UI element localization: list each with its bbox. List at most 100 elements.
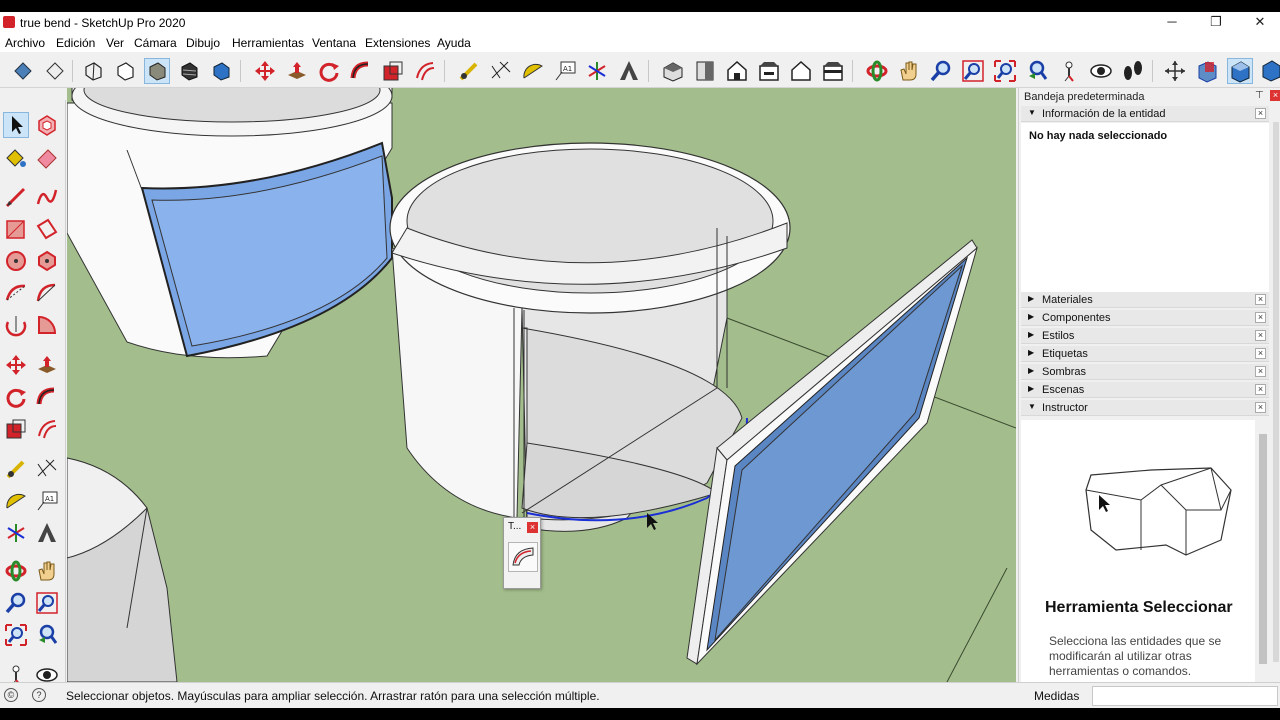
select-icon[interactable]	[3, 112, 29, 138]
offset-icon[interactable]	[34, 416, 60, 442]
move-icon[interactable]	[3, 352, 29, 378]
polygon-icon[interactable]	[34, 248, 60, 274]
panel-close-button[interactable]: ×	[1255, 384, 1266, 395]
eraser-icon[interactable]	[34, 144, 60, 170]
text-icon[interactable]: A1	[552, 58, 578, 84]
panel-escenas[interactable]: ▶ Escenas ×	[1021, 382, 1269, 398]
panel-close-button[interactable]: ×	[1255, 312, 1266, 323]
true-bend-toolbar[interactable]: T... ×	[503, 517, 541, 589]
zoom-window-icon[interactable]	[34, 590, 60, 616]
rectangle-icon[interactable]	[3, 216, 29, 242]
pan-icon[interactable]	[34, 558, 60, 584]
back-edges-icon[interactable]	[42, 58, 68, 84]
panel-etiquetas[interactable]: ▶ Etiquetas ×	[1021, 346, 1269, 362]
section-fill-icon[interactable]	[1259, 58, 1280, 84]
hidden-line-icon[interactable]	[112, 58, 138, 84]
previous-view-icon[interactable]	[1024, 58, 1050, 84]
rotate-icon[interactable]	[316, 58, 342, 84]
previous-view-icon[interactable]	[34, 622, 60, 648]
measurements-input[interactable]	[1092, 686, 1278, 706]
panel-close-button[interactable]: ×	[1255, 366, 1266, 377]
left-cylinder[interactable]	[67, 88, 393, 359]
right-view-icon[interactable]	[756, 58, 782, 84]
minimize-button[interactable]: ─	[1150, 12, 1194, 34]
monochrome-icon[interactable]	[208, 58, 234, 84]
freehand-icon[interactable]	[34, 184, 60, 210]
panel-sombras[interactable]: ▶ Sombras ×	[1021, 364, 1269, 380]
protractor-icon[interactable]	[3, 488, 29, 514]
circle-icon[interactable]	[3, 248, 29, 274]
scale-icon[interactable]	[380, 58, 406, 84]
restore-button[interactable]: ❐	[1194, 12, 1238, 34]
glass-panel[interactable]	[686, 239, 978, 666]
paint-bucket-icon[interactable]	[3, 144, 29, 170]
make-component-icon[interactable]	[34, 112, 60, 138]
front-view-icon[interactable]	[724, 58, 750, 84]
zoom-extents-icon[interactable]	[992, 58, 1018, 84]
pin-icon[interactable]: ⊤	[1255, 90, 1264, 101]
back-view-icon[interactable]	[788, 58, 814, 84]
menu-ayuda[interactable]: Ayuda	[437, 36, 471, 50]
rotate-icon[interactable]	[3, 384, 29, 410]
panel-materiales[interactable]: ▶ Materiales ×	[1021, 292, 1269, 308]
shaded-textures-icon[interactable]	[176, 58, 202, 84]
tray-close-button[interactable]: ×	[1270, 90, 1280, 101]
panel-entity-info[interactable]: ▼ Información de la entidad ×	[1021, 106, 1269, 122]
scale-icon[interactable]	[3, 416, 29, 442]
panel-close-button[interactable]: ×	[1255, 294, 1266, 305]
scrollbar-thumb[interactable]	[1273, 122, 1279, 662]
move-icon[interactable]	[252, 58, 278, 84]
menu-archivo[interactable]: Archivo	[5, 36, 45, 50]
top-view-icon[interactable]	[692, 58, 718, 84]
dimension-icon[interactable]	[34, 456, 60, 482]
xray-icon[interactable]	[10, 58, 36, 84]
tape-measure-icon[interactable]	[3, 456, 29, 482]
tape-measure-icon[interactable]	[456, 58, 482, 84]
menu-herramientas[interactable]: Herramientas	[232, 36, 304, 50]
mini-toolbar-close-button[interactable]: ×	[527, 522, 538, 533]
panel-componentes[interactable]: ▶ Componentes ×	[1021, 310, 1269, 326]
section-plane-icon[interactable]	[1162, 58, 1188, 84]
panel-instructor[interactable]: ▼ Instructor ×	[1021, 400, 1269, 416]
push-pull-icon[interactable]	[34, 352, 60, 378]
arc-icon[interactable]	[3, 280, 29, 306]
panel-estilos[interactable]: ▶ Estilos ×	[1021, 328, 1269, 344]
pan-icon[interactable]	[896, 58, 922, 84]
axes-icon[interactable]	[3, 520, 29, 546]
zoom-icon[interactable]	[3, 590, 29, 616]
3d-text-icon[interactable]	[34, 520, 60, 546]
tray-scrollbar[interactable]	[1271, 108, 1280, 680]
pie-icon[interactable]	[34, 312, 60, 338]
panel-close-button[interactable]: ×	[1255, 402, 1266, 413]
model-viewport[interactable]: T... ×	[67, 88, 1016, 682]
panel-close-button[interactable]: ×	[1255, 348, 1266, 359]
left-view-icon[interactable]	[820, 58, 846, 84]
iso-view-icon[interactable]	[660, 58, 686, 84]
panel-close-button[interactable]: ×	[1255, 330, 1266, 341]
menu-camara[interactable]: Cámara	[134, 36, 177, 50]
follow-me-icon[interactable]	[34, 384, 60, 410]
3d-text-icon[interactable]	[616, 58, 642, 84]
scrollbar-thumb[interactable]	[1259, 434, 1267, 664]
menu-extensiones[interactable]: Extensiones	[365, 36, 430, 50]
line-icon[interactable]	[3, 184, 29, 210]
panel-close-button[interactable]: ×	[1255, 108, 1266, 119]
display-section-planes-icon[interactable]	[1194, 58, 1220, 84]
display-section-cuts-icon[interactable]	[1227, 58, 1253, 84]
true-bend-icon[interactable]	[508, 542, 538, 572]
zoom-icon[interactable]	[928, 58, 954, 84]
zoom-window-icon[interactable]	[960, 58, 986, 84]
protractor-icon[interactable]	[520, 58, 546, 84]
zoom-extents-icon[interactable]	[3, 622, 29, 648]
instructor-toggle-icon[interactable]: ?	[32, 688, 46, 702]
shaded-icon[interactable]	[144, 58, 170, 84]
menu-edicion[interactable]: Edición	[56, 36, 95, 50]
instructor-scrollbar[interactable]	[1257, 420, 1269, 680]
axes-icon[interactable]	[584, 58, 610, 84]
offset-icon[interactable]	[412, 58, 438, 84]
three-point-arc-icon[interactable]	[3, 312, 29, 338]
menu-ver[interactable]: Ver	[106, 36, 124, 50]
push-pull-icon[interactable]	[284, 58, 310, 84]
close-button[interactable]: ✕	[1238, 12, 1280, 34]
look-around-icon[interactable]	[1088, 58, 1114, 84]
